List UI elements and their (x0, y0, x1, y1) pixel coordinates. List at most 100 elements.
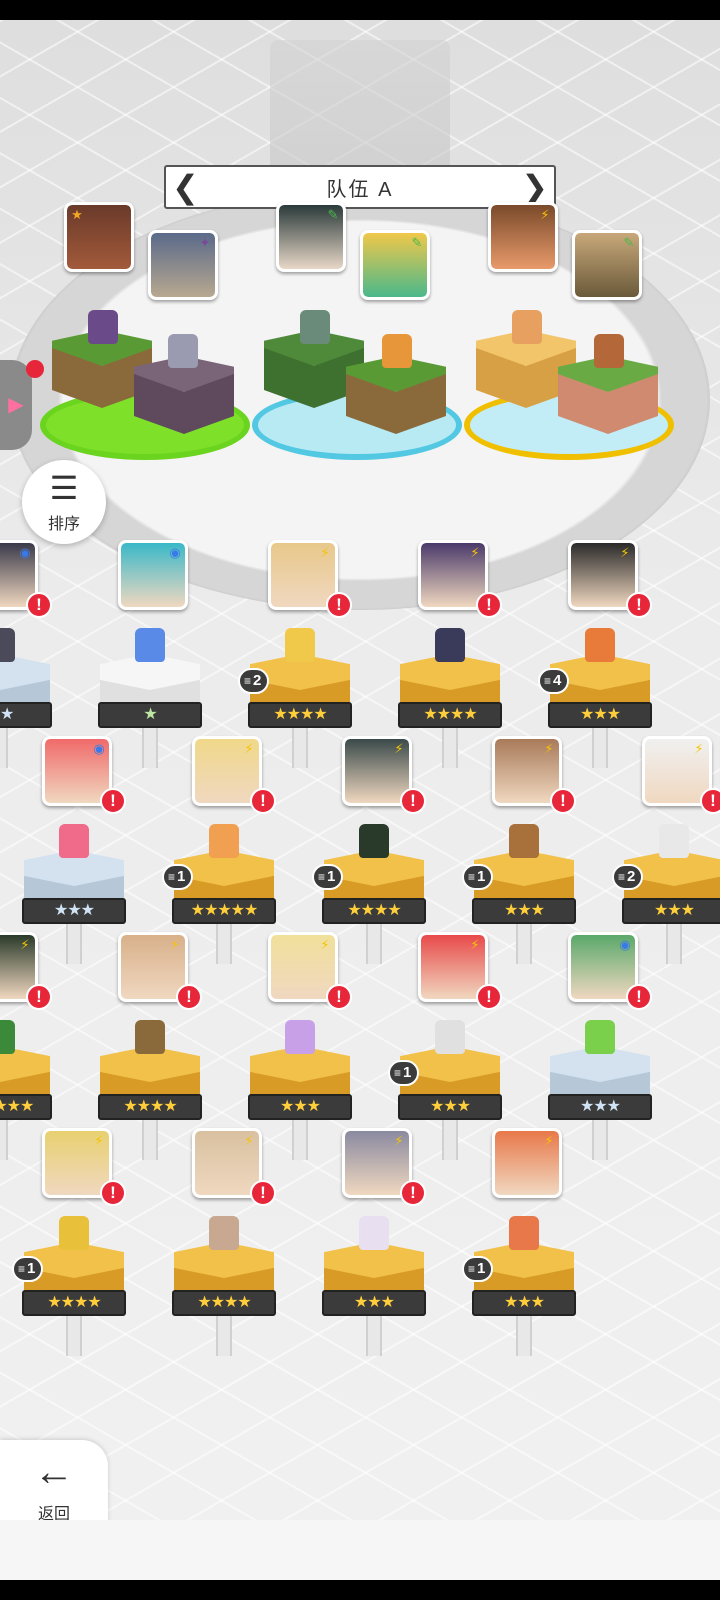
water-element-icon: ◉ (619, 937, 631, 952)
duplicate-count: 4 (553, 672, 562, 689)
duplicate-count-badge: ≡ 2 (238, 668, 270, 694)
lightning-element-icon: ⚡ (320, 937, 330, 952)
roster-character[interactable]: ⚡! ★★★ ≡ 1 (462, 736, 576, 964)
lightning-element-icon: ⚡ (20, 937, 30, 952)
character-sprite (209, 1216, 239, 1250)
team-portrait[interactable]: ✎ (276, 202, 346, 272)
lightning-element-icon: ⚡ (544, 741, 554, 756)
duplicate-count-badge: ≡ 1 (462, 864, 494, 890)
duplicate-count-badge: ≡ 4 (538, 668, 570, 694)
alert-badge: ! (400, 788, 426, 814)
duplicate-count: 2 (627, 868, 636, 885)
star-rating: ★★★ (548, 702, 652, 728)
character-sprite (382, 334, 412, 368)
roster-character[interactable]: ⚡!★★★★★≡2 (0, 932, 52, 1160)
lightning-element-icon: ⚡ (694, 741, 704, 756)
roster-character[interactable]: ⚡! ★★★★ ≡ 2 (238, 540, 352, 768)
lightning-element-icon: ⚡ (94, 1133, 104, 1148)
roster-character[interactable]: ⚡! ★★★★ ≡ 1 (12, 1128, 126, 1356)
roster-character[interactable]: ⚡! ★★★★ ≡ 1 (312, 736, 426, 964)
character-sprite (359, 824, 389, 858)
roster-character[interactable]: ◉ ★ (98, 540, 202, 768)
alert-badge: ! (250, 788, 276, 814)
character-sprite (0, 628, 15, 662)
star-rating: ★★★ (472, 898, 576, 924)
team-portrait[interactable]: ✎ (360, 230, 430, 300)
water-element-icon: ◉ (19, 545, 31, 560)
sort-button[interactable]: ☰ 排序 (22, 460, 106, 544)
lightning-element-icon: ⚡ (470, 545, 480, 560)
team-portrait[interactable]: ★ (64, 202, 134, 272)
roster-character[interactable]: ⚡! ★★★ (322, 1128, 426, 1356)
dark-element-icon: ✦ (199, 235, 211, 250)
roster-character[interactable]: ◉! ★★★ (548, 932, 652, 1160)
character-sprite (168, 334, 198, 368)
character-sprite (135, 628, 165, 662)
character-sprite (0, 1020, 15, 1054)
character-pedestal: ★★★ (472, 1242, 576, 1356)
alert-badge: ! (100, 788, 126, 814)
star-rating: ★★★★ (248, 702, 352, 728)
leaf-element-icon: ✎ (623, 235, 635, 250)
roster-character[interactable]: ⚡! ★★★ ≡ 2 (612, 736, 720, 964)
prev-team-button[interactable]: ❮ (172, 171, 199, 203)
star-rating: ★★★★★ (0, 1094, 52, 1120)
team-portrait[interactable]: ✦ (148, 230, 218, 300)
roster-character[interactable]: ⚡! ★★★ ≡ 1 (388, 932, 502, 1160)
roster-character[interactable]: ⚡! ★★★ (248, 932, 352, 1160)
lightning-element-icon: ⚡ (544, 1133, 554, 1148)
character-sprite (285, 628, 315, 662)
star-rating: ★★ (0, 702, 52, 728)
bottom-strip (0, 1520, 720, 1580)
roster-character[interactable]: ◉! ★★★ (22, 736, 126, 964)
character-sprite (285, 1020, 315, 1054)
roster-character[interactable]: ⚡! ★★★★ (398, 540, 502, 768)
water-element-icon: ◉ (93, 741, 105, 756)
sort-label: 排序 (47, 516, 80, 533)
character-sprite (59, 1216, 89, 1250)
notification-dot (26, 360, 44, 378)
roster-character[interactable]: ⚡! ★★★ ≡ 4 (538, 540, 652, 768)
duplicate-count-badge: ≡ 1 (388, 1060, 420, 1086)
character-pedestal: ★★★ (322, 1242, 426, 1356)
character-sprite (509, 1216, 539, 1250)
star-rating: ★★★★★ (172, 898, 276, 924)
team-portrait[interactable]: ✎ (572, 230, 642, 300)
stack-icon: ≡ (468, 870, 476, 884)
star-rating: ★★★ (548, 1094, 652, 1120)
duplicate-count-badge: ≡ 1 (462, 1256, 494, 1282)
roster-character[interactable]: ⚡! ★★★★ (172, 1128, 276, 1356)
roster-character[interactable]: ⚡! ★★★★ (98, 932, 202, 1160)
lightning-element-icon: ⚡ (170, 937, 180, 952)
team-slot-block[interactable] (346, 356, 446, 436)
stack-icon: ≡ (394, 1066, 402, 1080)
character-sprite (659, 824, 689, 858)
arena-backdrop (270, 40, 450, 180)
character-portrait[interactable]: ⚡ (492, 1128, 562, 1198)
lightning-element-icon: ⚡ (320, 545, 330, 560)
star-rating: ★★★ (472, 1290, 576, 1316)
lightning-element-icon: ⚡ (244, 1133, 254, 1148)
alert-badge: ! (326, 592, 352, 618)
team-slot-block[interactable] (134, 356, 234, 436)
character-sprite (135, 1020, 165, 1054)
alert-badge: ! (326, 984, 352, 1010)
team-slot-block[interactable] (558, 356, 658, 436)
character-portrait[interactable]: ◉ (118, 540, 188, 610)
stack-icon: ≡ (244, 674, 252, 688)
alert-badge: ! (700, 788, 720, 814)
roster-character[interactable]: ⚡! ★★★★★ ≡ 1 (162, 736, 276, 964)
roster-character[interactable]: ⚡ ★★★ ≡ 1 (462, 1128, 576, 1356)
stack-icon: ≡ (468, 1262, 476, 1276)
lightning-element-icon: ⚡ (394, 741, 404, 756)
next-team-button[interactable]: ❯ (521, 171, 548, 203)
roster-character[interactable]: ◉! ★★ (0, 540, 52, 768)
stack-icon: ≡ (318, 870, 326, 884)
team-portrait[interactable]: ⚡ (488, 202, 558, 272)
star-rating: ★★★★ (322, 898, 426, 924)
alert-badge: ! (626, 984, 652, 1010)
alert-badge: ! (250, 1180, 276, 1206)
team-title: 队伍 A (326, 178, 394, 201)
leaf-element-icon: ✎ (411, 235, 423, 250)
star-rating: ★★★ (622, 898, 720, 924)
